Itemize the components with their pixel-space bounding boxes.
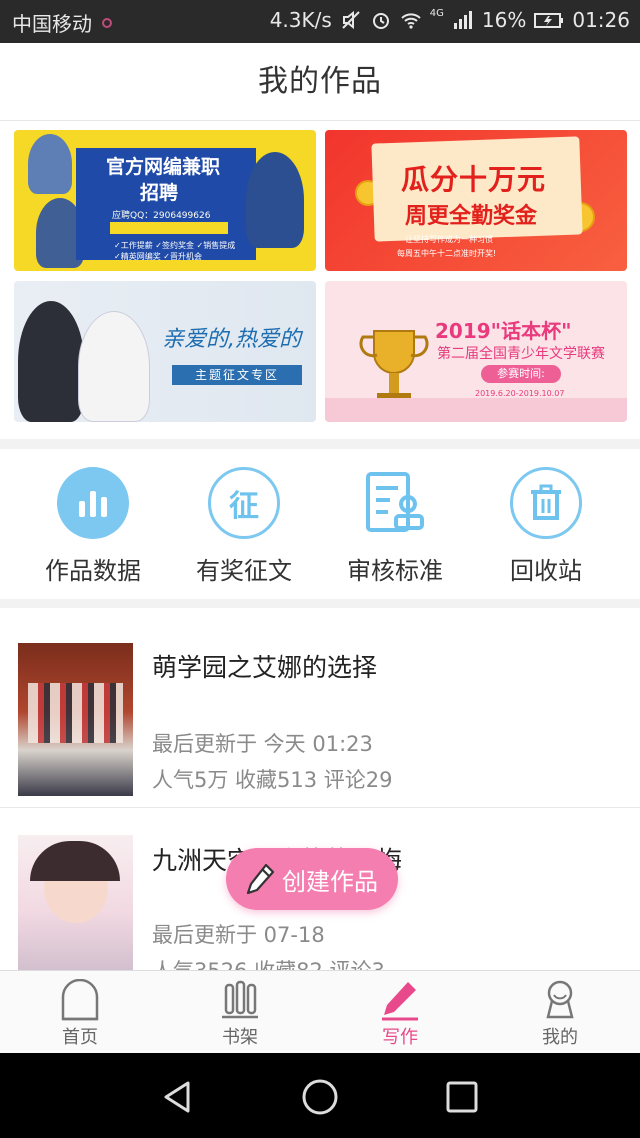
banner-tag-strip [110,222,228,234]
page-header: 我的作品 [0,43,640,121]
banner-grid: 官方网编兼职 招聘 应聘QQ：2906499626 ✓工作提薪 ✓签约奖金 ✓销… [0,121,640,439]
signal-icon [452,9,474,31]
tab-bookshelf[interactable]: 书架 [160,979,320,1049]
tab-mine[interactable]: 我的 [480,979,640,1049]
banner-title: 官方网编兼职 [106,156,221,178]
home-circle-icon[interactable] [298,1075,342,1119]
work-cover-image [18,643,133,796]
status-bar: 中国移动 4.3K/s 4G 16% 01:26 [0,0,640,43]
pen-icon [382,982,418,1021]
action-label: 作品数据 [45,557,141,585]
tab-label: 首页 [62,1027,98,1048]
home-icon [61,979,99,1021]
work-stats: 人气5万 收藏513 评论29 [152,768,393,792]
action-review-standards[interactable]: 审核标准 [320,467,470,586]
work-cover-image [18,835,133,970]
alarm-icon [370,9,392,31]
tab-home[interactable]: 首页 [0,979,160,1049]
work-title: 萌学园之艾娜的选择 [152,653,378,682]
trash-icon [510,467,582,539]
decorative-wave [325,398,627,422]
work-stats: 人气3526 收藏82 评论3 [152,955,385,970]
banner-title: 瓜分十万元 [401,163,547,196]
carrier-name: 中国移动 [12,12,92,36]
action-label: 回收站 [510,557,582,585]
banner-writing-contest[interactable]: 2019"话本杯" 第二届全国青少年文学联赛 参赛时间: 2019.6.20-2… [325,281,627,422]
banner-tag: 主题征文专区 [172,365,302,385]
quick-actions: 作品数据 征 有奖征文 审核标准 回收站 [0,449,640,599]
recents-icon[interactable] [440,1075,484,1119]
person-illustration [28,134,72,194]
banner-slogan: 让坚持写作成为一种习惯 [405,235,493,244]
banner-subtitle: 招聘 [140,182,179,204]
page-title: 我的作品 [258,64,382,99]
battery-percent: 16% [481,8,527,32]
battery-charging-icon [534,9,564,31]
banner-attendance-bonus[interactable]: 瓜分十万元 周更全勤奖金 让坚持写作成为一种习惯 每周五中午十二点准时开奖! [325,130,627,271]
tab-label: 书架 [222,1027,258,1048]
back-icon[interactable] [156,1075,200,1119]
banner-editor-recruitment[interactable]: 官方网编兼职 招聘 应聘QQ：2906499626 ✓工作提薪 ✓签约奖金 ✓销… [14,130,316,271]
banner-subtitle: 第二届全国青少年文学联赛 [437,346,605,362]
banner-tag: 参赛时间: [481,365,561,383]
works-list: 萌学园之艾娜的选择 最后更新于 今天 01:23 人气5万 收藏513 评论29… [0,608,640,970]
banner-title: 亲爱的,热爱的 [162,327,301,352]
create-work-label: 创建作品 [282,867,378,896]
person-illustration [246,152,304,248]
profile-icon [546,980,574,1019]
network-speed: 4.3K/s [269,8,332,32]
bookshelf-icon [222,980,258,1019]
tab-label: 我的 [542,1027,578,1048]
person-illustration [78,311,150,422]
action-prize-contest[interactable]: 征 有奖征文 [169,467,319,586]
banner-note: 每周五中午十二点准时开奖! [397,249,497,258]
work-updated: 最后更新于 07-18 [152,923,325,947]
network-type: 4G [429,8,444,19]
action-label: 有奖征文 [196,557,292,585]
person-illustration [18,301,84,422]
tab-label: 写作 [382,1027,418,1048]
wifi-icon [400,9,422,31]
action-work-data[interactable]: 作品数据 [18,467,168,586]
action-label: 审核标准 [347,557,443,585]
notification-dot-icon [102,17,112,28]
clock: 01:26 [572,8,630,32]
bar-chart-icon [57,467,129,539]
banner-title: 2019"话本杯" [435,319,572,343]
banner-dates: 2019.6.20-2019.10.07 [475,389,565,398]
banner-contact: 应聘QQ：2906499626 [112,211,211,221]
tab-writing[interactable]: 写作 [320,979,480,1049]
mute-icon [340,9,362,31]
pencil-icon [246,863,275,895]
review-document-icon [359,467,431,539]
banner-subtitle: 周更全勤奖金 [405,204,538,229]
work-item[interactable]: 萌学园之艾娜的选择 最后更新于 今天 01:23 人气5万 收藏513 评论29 [0,608,640,808]
system-nav-bar [0,1053,640,1138]
create-work-button[interactable]: 创建作品 [226,848,398,910]
bottom-tab-bar: 首页 书架 写作 我的 [0,970,640,1053]
banner-benefits: ✓工作提薪 ✓签约奖金 ✓销售提成 ✓精英网编奖 ✓晋升机会 [114,241,236,261]
work-updated: 最后更新于 今天 01:23 [152,732,373,756]
action-recycle-bin[interactable]: 回收站 [471,467,621,586]
zheng-badge-icon: 征 [208,467,280,539]
banner-theme-contest[interactable]: 亲爱的,热爱的 主题征文专区 [14,281,316,422]
